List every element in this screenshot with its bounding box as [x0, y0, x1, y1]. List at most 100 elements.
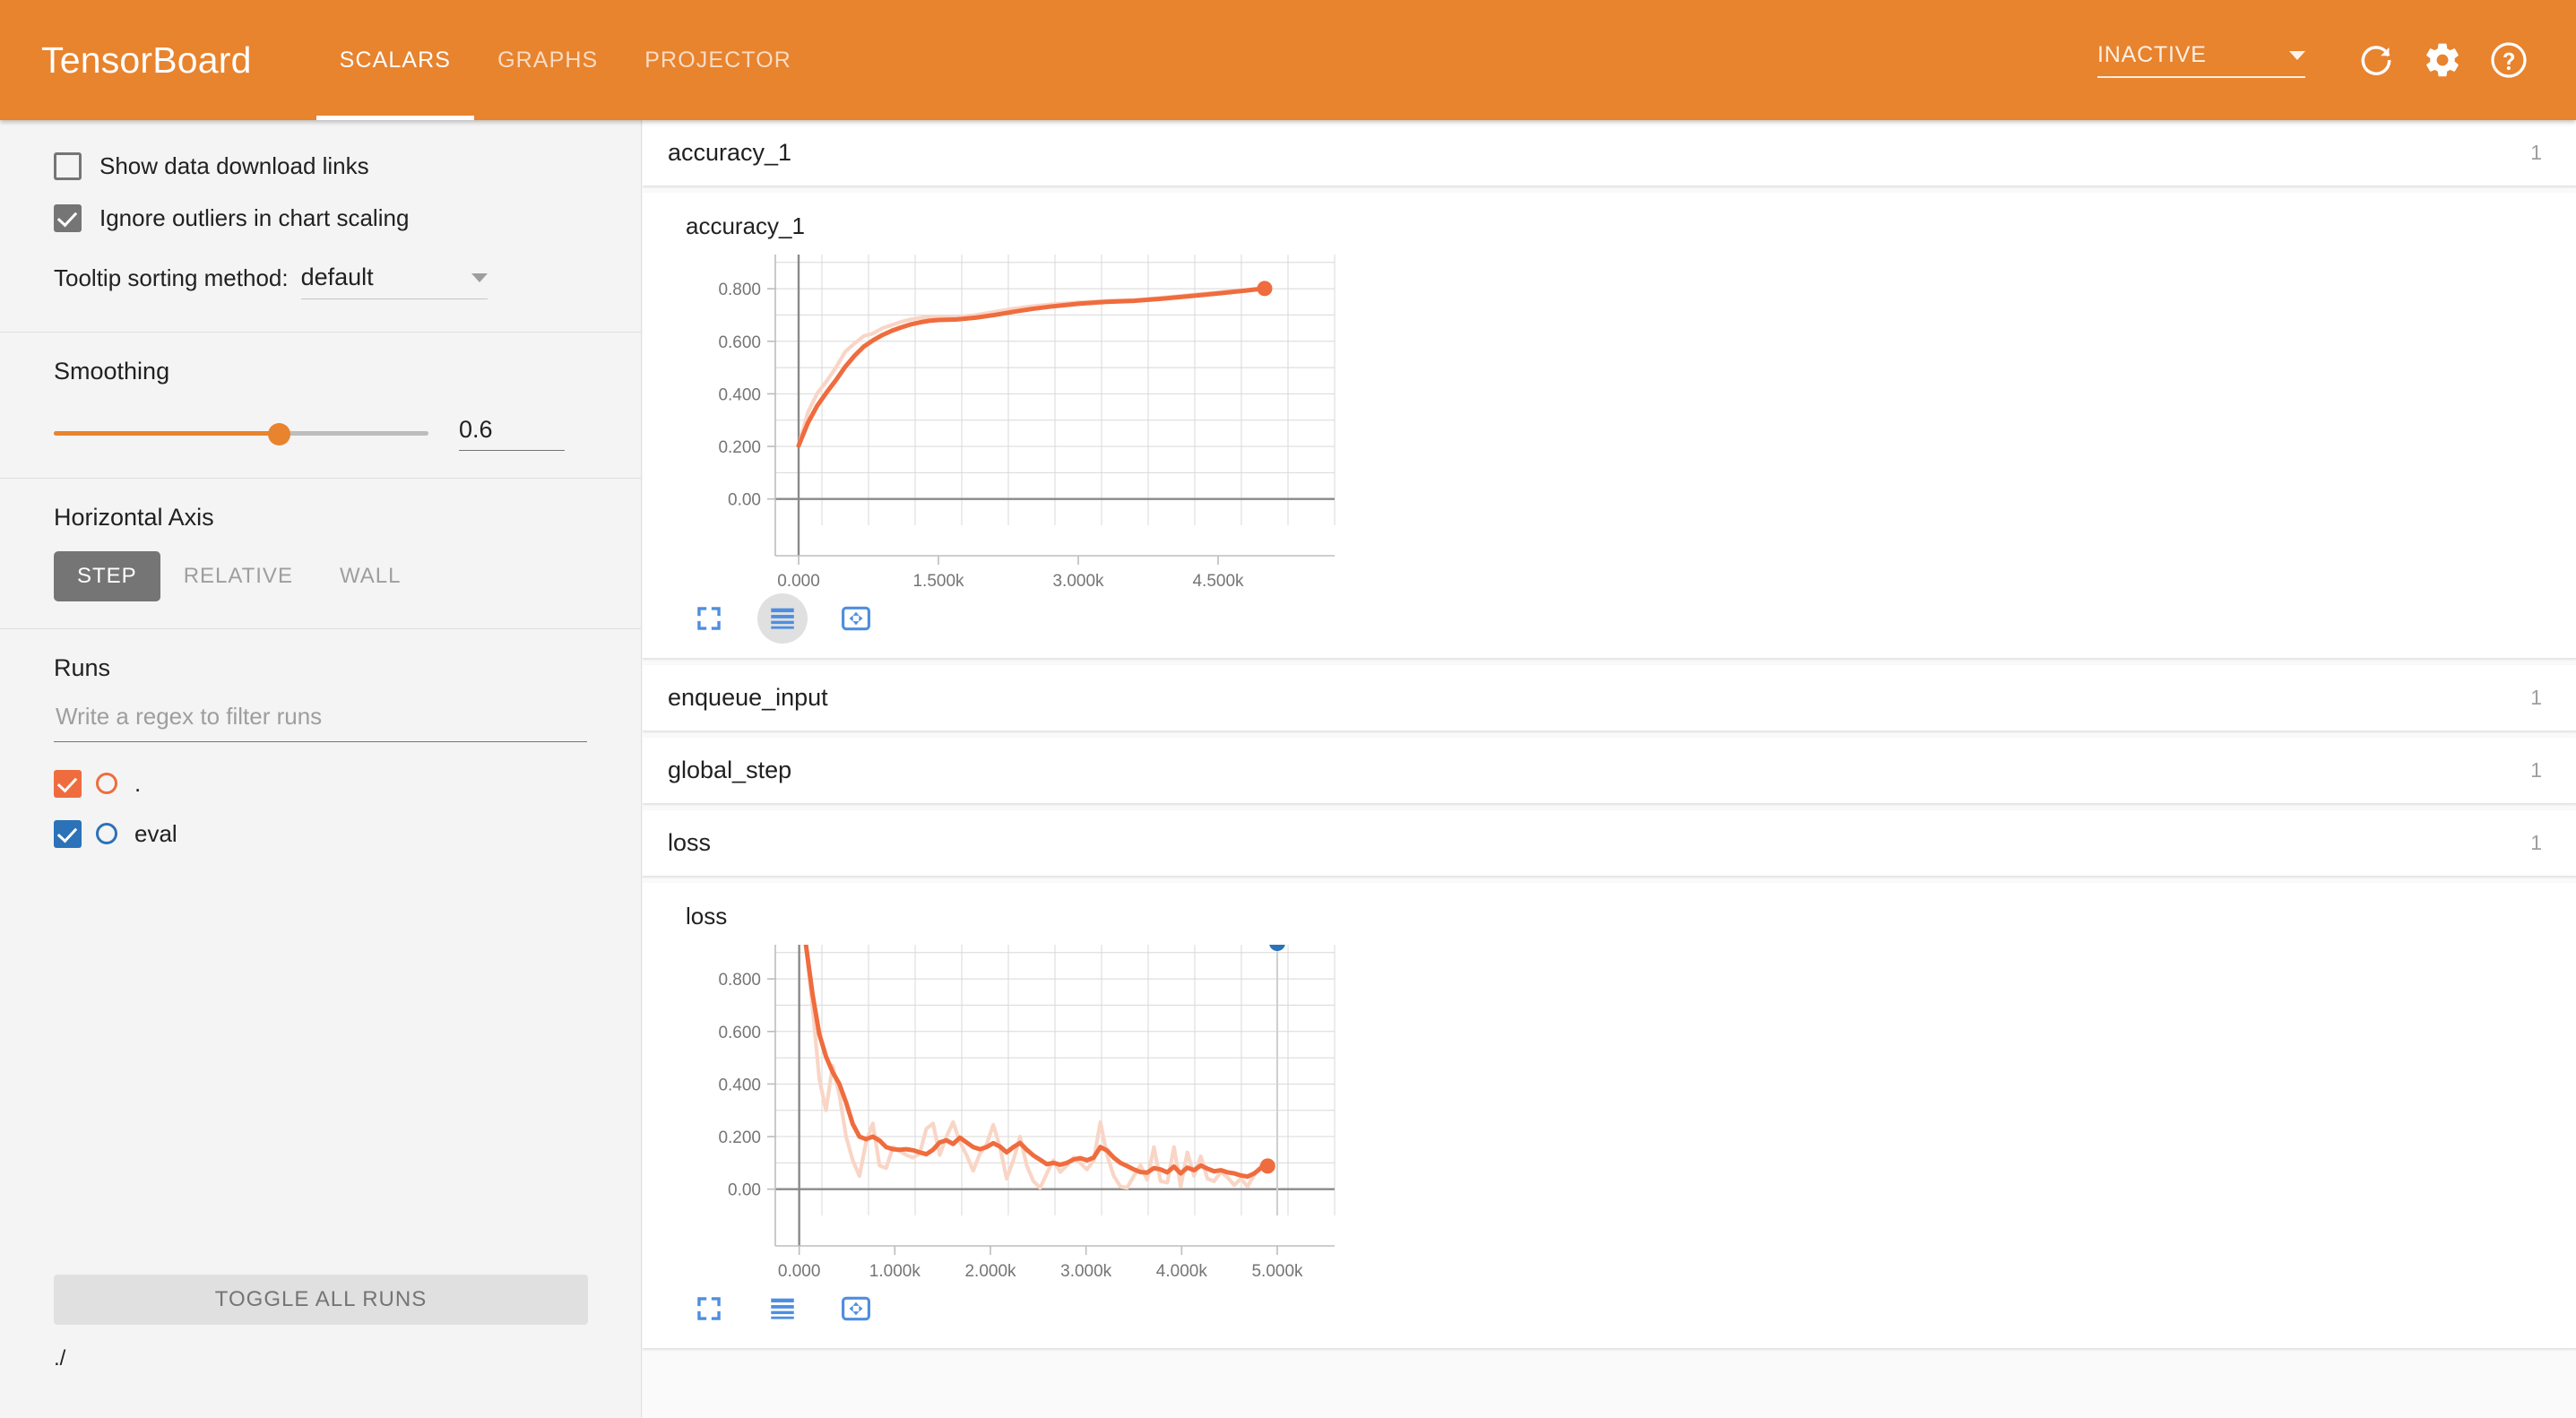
svg-text:0.600: 0.600 [718, 333, 761, 352]
card-loss-header: loss 1 [643, 810, 2576, 877]
svg-text:0.400: 0.400 [718, 1076, 761, 1094]
smoothing-slider[interactable] [54, 422, 428, 445]
toggle-y-axis-icon[interactable] [757, 593, 808, 644]
category-title: accuracy_1 [668, 139, 792, 166]
pan-icon[interactable] [831, 1284, 881, 1334]
category-count: 1 [2530, 141, 2542, 164]
run-item-eval[interactable]: eval [54, 808, 587, 859]
gear-icon[interactable] [2416, 34, 2468, 86]
svg-text:0.400: 0.400 [718, 385, 761, 404]
svg-text:4.000k: 4.000k [1156, 1262, 1208, 1280]
tooltip-sorting-select[interactable]: default [300, 264, 488, 299]
axis-button-relative[interactable]: RELATIVE [160, 551, 316, 601]
run-checkbox-checked-icon[interactable] [54, 819, 82, 848]
svg-text:0.000: 0.000 [777, 572, 820, 590]
smoothing-value-input[interactable]: 0.6 [459, 416, 565, 451]
chart-card-loss: loss 0.00 0.200 0.400 0.600 0.800 0.000 1.000k… [643, 883, 2576, 1349]
fit-to-screen-icon[interactable] [684, 1284, 734, 1334]
checkbox-checked-icon [54, 203, 82, 232]
tab-graphs[interactable]: GRAPHS [474, 0, 621, 120]
card-global-step-header: global_step 1 [643, 738, 2576, 804]
chevron-down-icon [2289, 50, 2305, 60]
toggle-y-axis-icon[interactable] [757, 1284, 808, 1334]
tooltip-sorting-value: default [300, 264, 374, 290]
toggle-all-runs-button[interactable]: TOGGLE ALL RUNS [54, 1275, 588, 1325]
loss-chart-svg: 0.00 0.200 0.400 0.600 0.800 0.000 1.000k 2.000… [718, 945, 1336, 1280]
run-item-label: . [134, 769, 142, 797]
tooltip-sorting-label: Tooltip sorting method: [54, 264, 289, 291]
smoothing-slider-row: 0.6 [54, 416, 587, 451]
run-status-value: INACTIVE [2097, 42, 2207, 67]
header-actions: INACTIVE [2097, 34, 2576, 86]
svg-text:3.000k: 3.000k [1052, 572, 1104, 590]
tab-scalars-label: SCALARS [339, 47, 452, 73]
tab-projector[interactable]: PROJECTOR [621, 0, 815, 120]
pan-icon[interactable] [831, 593, 881, 644]
chevron-down-icon [471, 272, 488, 282]
main-content: accuracy_1 1 accuracy_1 0.00 0.200 0.400 0.… [643, 120, 2576, 1418]
smoothing-slider-knob[interactable] [267, 422, 290, 445]
category-header-global-step[interactable]: global_step 1 [643, 738, 2576, 803]
run-color-swatch [96, 773, 117, 794]
chart-title-loss: loss [686, 903, 728, 929]
svg-text:0.200: 0.200 [718, 1128, 761, 1147]
sidebar-options-section: Show data download links Ignore outliers… [0, 120, 641, 303]
svg-text:2.000k: 2.000k [964, 1262, 1016, 1280]
run-color-swatch [96, 823, 117, 844]
tab-projector-label: PROJECTOR [644, 47, 791, 73]
chart-card-accuracy-1: accuracy_1 0.00 0.200 0.400 0.600 0.800 0.000… [643, 193, 2576, 659]
card-enqueue-input-header: enqueue_input 1 [643, 665, 2576, 731]
checkbox-unchecked-icon [54, 151, 82, 180]
checkbox-ignore-outliers[interactable]: Ignore outliers in chart scaling [54, 192, 587, 244]
svg-text:1.500k: 1.500k [912, 572, 964, 590]
app-header: TensorBoard SCALARS GRAPHS PROJECTOR INA… [0, 0, 2576, 120]
category-header-loss[interactable]: loss 1 [643, 810, 2576, 876]
chart-accuracy-1[interactable]: 0.00 0.200 0.400 0.600 0.800 0.000 1.500k 3.000… [643, 240, 2576, 590]
horizontal-axis-buttons: STEP RELATIVE WALL [54, 551, 587, 601]
chart-loss[interactable]: 0.00 0.200 0.400 0.600 0.800 0.000 1.000k 2.000… [643, 930, 2576, 1280]
sidebar: Show data download links Ignore outliers… [0, 120, 642, 1418]
tab-scalars[interactable]: SCALARS [316, 0, 475, 120]
svg-text:0.00: 0.00 [728, 1181, 761, 1200]
tooltip-sorting-row: Tooltip sorting method: default [54, 264, 587, 303]
svg-text:4.500k: 4.500k [1192, 572, 1244, 590]
horizontal-axis-title: Horizontal Axis [54, 504, 214, 531]
checkbox-show-data-download-links[interactable]: Show data download links [54, 140, 587, 192]
checkbox-ignore-outliers-label: Ignore outliers in chart scaling [99, 203, 410, 231]
runs-filter-input[interactable] [54, 702, 587, 742]
svg-text:0.00: 0.00 [728, 491, 761, 510]
category-header-accuracy-1[interactable]: accuracy_1 1 [643, 120, 2576, 186]
svg-text:3.000k: 3.000k [1060, 1262, 1112, 1280]
svg-text:5.000k: 5.000k [1251, 1262, 1303, 1280]
help-icon[interactable] [2483, 34, 2535, 86]
category-title: loss [668, 829, 712, 856]
fit-to-screen-icon[interactable] [684, 593, 734, 644]
tab-graphs-label: GRAPHS [497, 47, 599, 73]
refresh-icon[interactable] [2350, 34, 2402, 86]
category-header-enqueue-input[interactable]: enqueue_input 1 [643, 665, 2576, 731]
checkbox-show-data-download-links-label: Show data download links [99, 151, 369, 179]
smoothing-slider-fill [54, 431, 279, 436]
card-accuracy-1-header: accuracy_1 1 [643, 120, 2576, 186]
category-count: 1 [2530, 831, 2542, 854]
category-title: enqueue_input [668, 684, 828, 711]
svg-text:1.000k: 1.000k [869, 1262, 921, 1280]
axis-button-step[interactable]: STEP [54, 551, 160, 601]
category-count: 1 [2530, 686, 2542, 709]
category-count: 1 [2530, 758, 2542, 782]
svg-text:0.800: 0.800 [718, 281, 761, 299]
run-status-selector[interactable]: INACTIVE [2097, 42, 2305, 78]
run-item-dot[interactable]: . [54, 758, 587, 808]
svg-text:0.200: 0.200 [718, 438, 761, 457]
axis-button-wall[interactable]: WALL [316, 551, 424, 601]
category-title: global_step [668, 757, 792, 783]
svg-text:0.600: 0.600 [718, 1024, 761, 1042]
runs-section: Runs . eval [0, 629, 641, 859]
chart-controls-accuracy [643, 590, 2576, 661]
chart-controls-loss [643, 1280, 2576, 1352]
chart-title-accuracy-1: accuracy_1 [686, 212, 805, 239]
run-checkbox-checked-icon[interactable] [54, 769, 82, 798]
app-title: TensorBoard [41, 39, 252, 81]
svg-text:0.800: 0.800 [718, 971, 761, 990]
runs-title: Runs [54, 654, 111, 681]
